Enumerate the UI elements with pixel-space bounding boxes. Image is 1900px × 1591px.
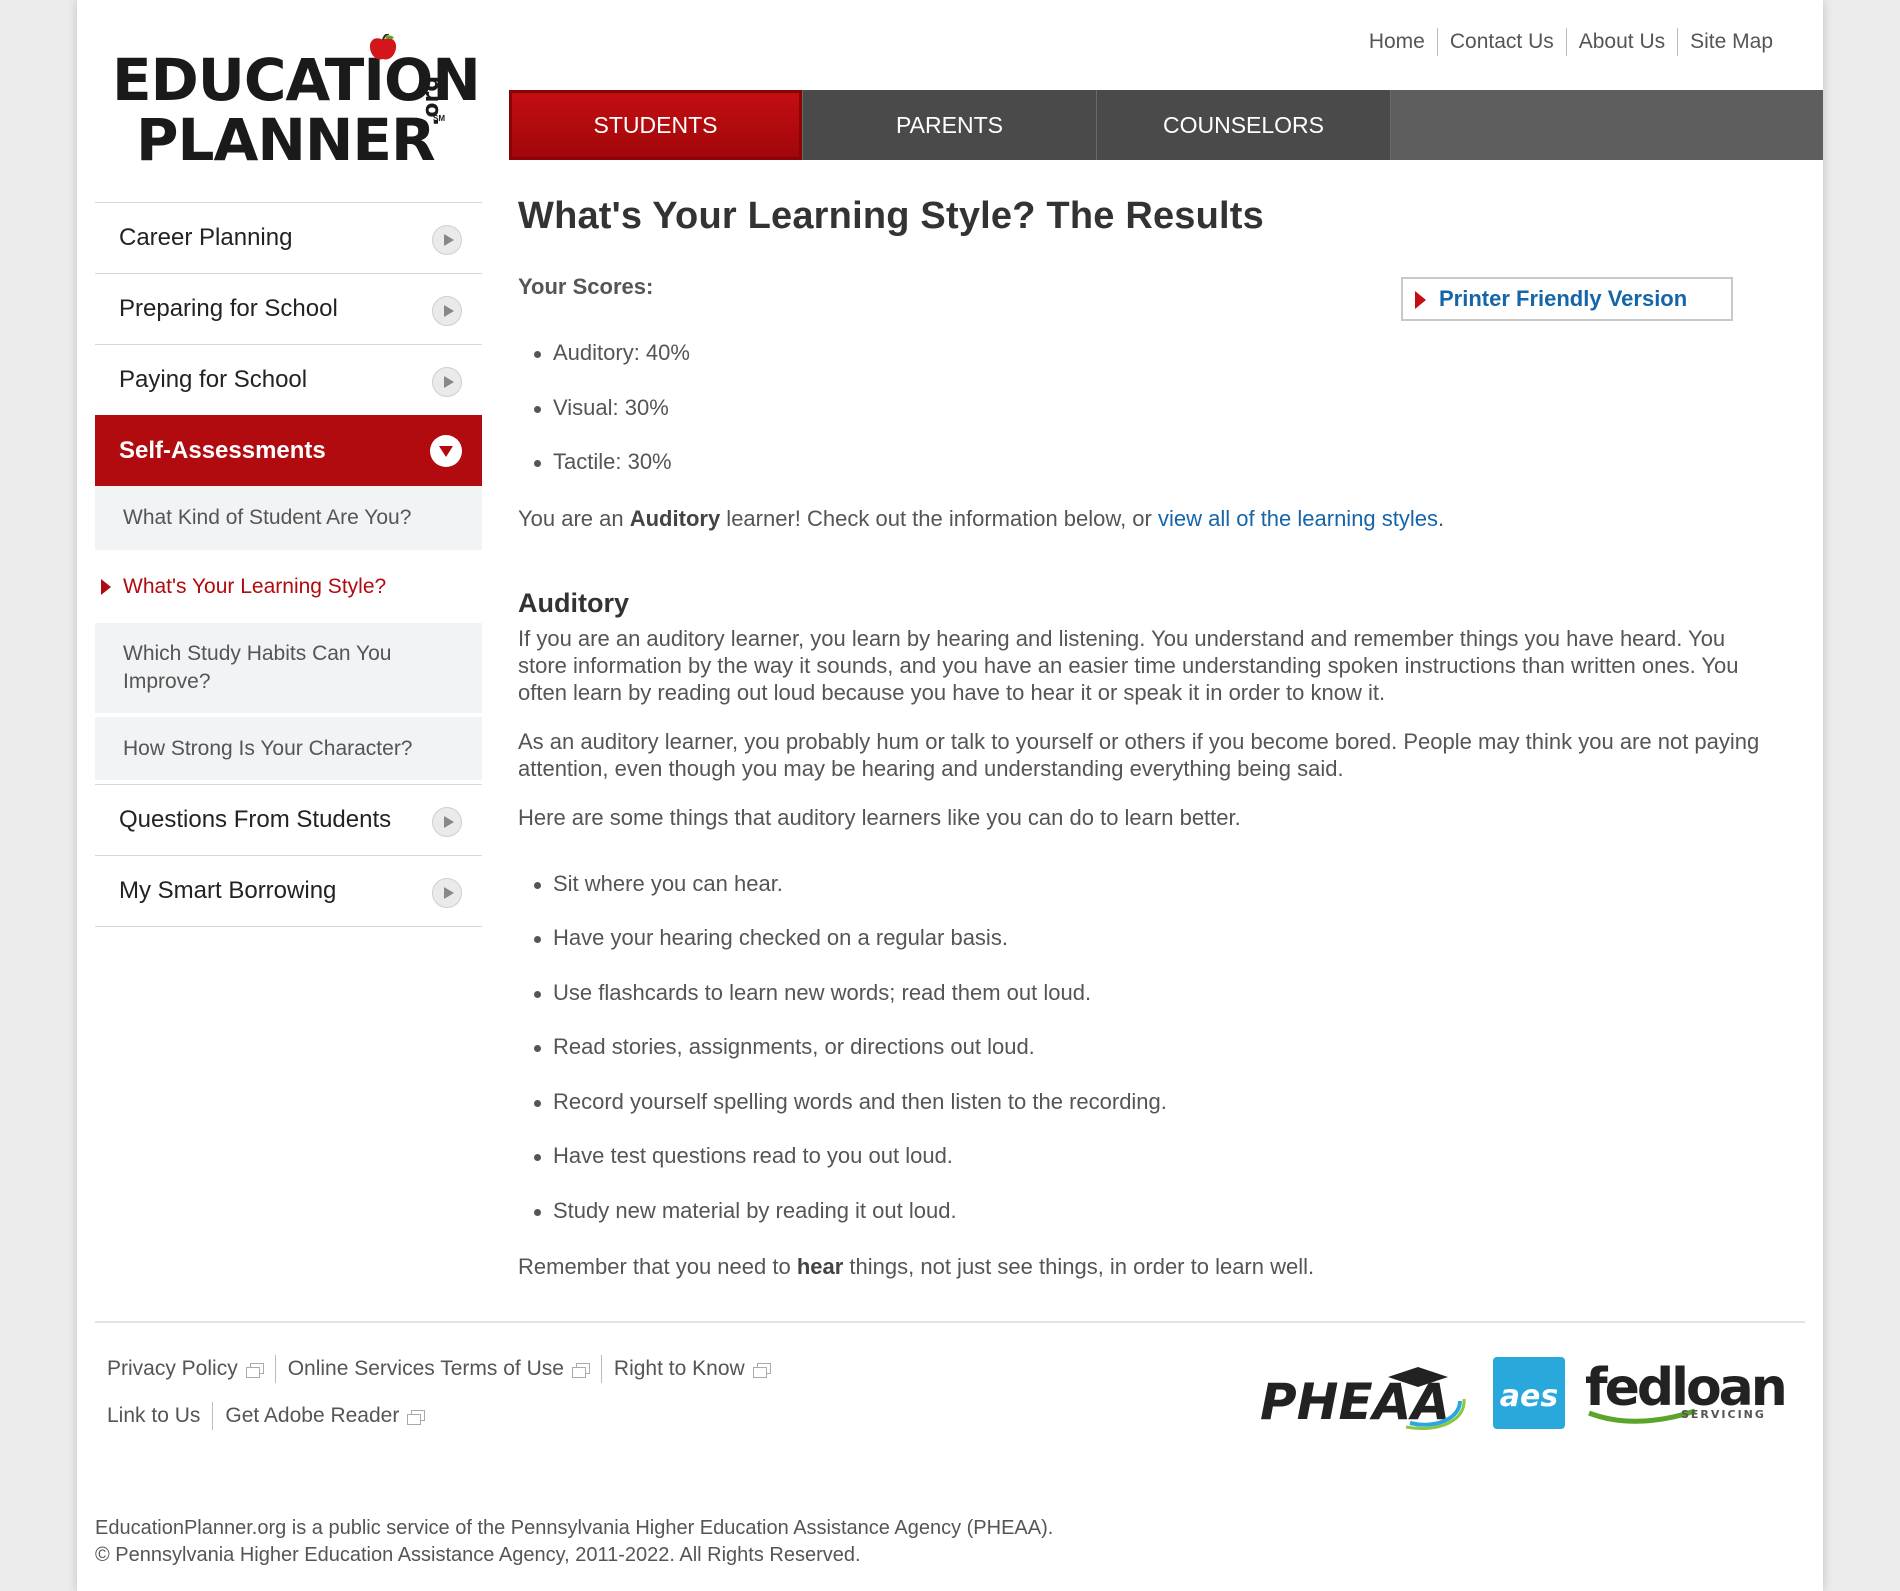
link-label: Right to Know [613, 1357, 745, 1380]
fedloan-logo[interactable]: fedloan SERVICING [1585, 1355, 1785, 1435]
external-window-icon [245, 1362, 264, 1378]
chevron-right-icon [432, 807, 462, 837]
score-item: Visual: 30% [518, 381, 1768, 436]
external-window-icon [752, 1362, 771, 1378]
page-title: What's Your Learning Style? The Results [518, 195, 1264, 237]
aes-logo-text: aes [1499, 1379, 1559, 1414]
sidebar-item-self-assessments[interactable]: Self-Assessments [95, 415, 482, 486]
sidebar-item-questions-from-students[interactable]: Questions From Students [95, 784, 482, 855]
current-page-marker-icon [101, 578, 111, 595]
sidebar-item-paying-for-school[interactable]: Paying for School [95, 344, 482, 415]
chevron-right-icon [432, 225, 462, 255]
sidebar: Career Planning Preparing for School Pay… [95, 202, 482, 927]
site-map-link[interactable]: Site Map [1677, 28, 1773, 56]
tip-item: Study new material by reading it out lou… [518, 1184, 1768, 1239]
sidebar-subitem-label: Which Study Habits Can You Improve? [123, 642, 392, 693]
link-to-us-link[interactable]: Link to Us [107, 1402, 212, 1430]
utility-nav: Home Contact Us About Us Site Map [1357, 28, 1773, 56]
tab-students[interactable]: STUDENTS [509, 90, 803, 160]
pheaa-logo[interactable]: PHEAA [1260, 1363, 1470, 1433]
chevron-down-icon [430, 435, 462, 467]
legal-notice: EducationPlanner.org is a public service… [95, 1515, 1053, 1569]
description-paragraph: As an auditory learner, you probably hum… [518, 728, 1760, 781]
sidebar-item-label: Self-Assessments [119, 436, 326, 464]
play-arrow-icon [1415, 291, 1426, 309]
closing-text: Remember that you need to [518, 1254, 797, 1279]
sidebar-item-label: My Smart Borrowing [119, 877, 337, 904]
sidebar-item-label: Preparing for School [119, 295, 338, 322]
printer-friendly-button[interactable]: Printer Friendly Version [1401, 277, 1733, 321]
sidebar-item-label: Paying for School [119, 366, 308, 393]
svg-text:SERVICING: SERVICING [1681, 1408, 1766, 1421]
chevron-right-icon [432, 878, 462, 908]
tips-intro: Here are some things that auditory learn… [518, 804, 1241, 830]
external-window-icon [571, 1362, 590, 1378]
sidebar-subitem-label: How Strong Is Your Character? [123, 736, 413, 760]
terms-of-use-link[interactable]: Online Services Terms of Use [274, 1355, 601, 1383]
tip-item: Have your hearing checked on a regular b… [518, 911, 1768, 966]
link-label: Link to Us [107, 1404, 201, 1427]
footer-links: Privacy Policy Online Services Terms of … [107, 1355, 807, 1449]
sidebar-subitem-student-type[interactable]: What Kind of Student Are You? [95, 486, 482, 554]
sidebar-item-my-smart-borrowing[interactable]: My Smart Borrowing [95, 855, 482, 926]
tab-counselors[interactable]: COUNSELORS [1097, 90, 1391, 160]
contact-us-link[interactable]: Contact Us [1436, 28, 1566, 56]
link-label: Privacy Policy [107, 1357, 238, 1380]
sidebar-subitem-label: What Kind of Student Are You? [123, 506, 412, 529]
sidebar-subitem-label: What's Your Learning Style? [123, 574, 387, 598]
logo-service-mark: SM [433, 114, 445, 123]
tips-list: Sit where you can hear. Have your hearin… [518, 857, 1768, 1239]
tip-item: Read stories, assignments, or directions… [518, 1020, 1768, 1075]
site-logo[interactable]: EDUCATION PLANNER .org SM [112, 30, 481, 174]
scores-list: Auditory: 40% Visual: 30% Tactile: 30% [518, 326, 1768, 490]
sidebar-item-preparing-for-school[interactable]: Preparing for School [95, 273, 482, 344]
about-us-link[interactable]: About Us [1565, 28, 1677, 56]
link-label: Get Adobe Reader [225, 1404, 400, 1427]
tab-parents[interactable]: PARENTS [803, 90, 1097, 160]
external-window-icon [407, 1409, 426, 1425]
closing-remark: Remember that you need to hear things, n… [518, 1253, 1768, 1280]
sidebar-item-label: Questions From Students [119, 806, 392, 833]
apple-icon [369, 34, 397, 60]
legal-line: EducationPlanner.org is a public service… [95, 1517, 1054, 1539]
tip-item: Record yourself spelling words and then … [518, 1075, 1768, 1130]
closing-emphasis: hear [796, 1254, 844, 1279]
copyright-line: © Pennsylvania Higher Education Assistan… [95, 1544, 861, 1566]
tip-item: Sit where you can hear. [518, 857, 1768, 912]
summary-text: You are an [518, 505, 630, 531]
score-item: Auditory: 40% [518, 326, 1768, 381]
home-link[interactable]: Home [1357, 28, 1437, 56]
view-all-styles-link[interactable]: view all of the learning styles [1158, 506, 1438, 531]
sidebar-subitem-character[interactable]: How Strong Is Your Character? [95, 717, 482, 784]
link-label: Online Services Terms of Use [287, 1357, 564, 1380]
sidebar-divider [95, 926, 482, 927]
adobe-reader-link[interactable]: Get Adobe Reader [212, 1402, 436, 1430]
privacy-policy-link[interactable]: Privacy Policy [107, 1355, 275, 1383]
sidebar-subitem-study-habits[interactable]: Which Study Habits Can You Improve? [95, 623, 482, 717]
chevron-right-icon [432, 367, 462, 397]
section-heading: Auditory [518, 587, 629, 618]
footer-divider [95, 1321, 1805, 1323]
description-paragraph: If you are an auditory learner, you lear… [518, 625, 1739, 705]
summary-text: learner! Check out the information below… [720, 505, 1158, 531]
score-item: Tactile: 30% [518, 435, 1768, 490]
right-to-know-link[interactable]: Right to Know [600, 1355, 782, 1383]
printer-friendly-label: Printer Friendly Version [1439, 286, 1688, 311]
closing-text: things, not just see things, in order to… [843, 1254, 1315, 1279]
summary-text: . [1438, 505, 1445, 531]
sidebar-item-label: Career Planning [119, 224, 293, 251]
chevron-right-icon [432, 296, 462, 326]
logo-line2: PLANNER [136, 106, 436, 174]
sidebar-subitem-learning-style[interactable]: What's Your Learning Style? [95, 554, 482, 623]
learner-type: Auditory [629, 505, 721, 531]
result-summary: You are an Auditory learner! Check out t… [518, 505, 1768, 532]
partner-logos: PHEAA aes fedloan SERVICING [1260, 1355, 1810, 1435]
main-tabs: STUDENTS PARENTS COUNSELORS [509, 90, 1823, 160]
page: EDUCATION PLANNER .org SM Home Contact U… [77, 0, 1823, 1591]
tip-item: Use flashcards to learn new words; read … [518, 966, 1768, 1021]
aes-logo[interactable]: aes [1493, 1357, 1565, 1429]
tip-item: Have test questions read to you out loud… [518, 1129, 1768, 1184]
sidebar-item-career-planning[interactable]: Career Planning [95, 202, 482, 273]
main-content: What's Your Learning Style? The Results … [518, 195, 1768, 1280]
